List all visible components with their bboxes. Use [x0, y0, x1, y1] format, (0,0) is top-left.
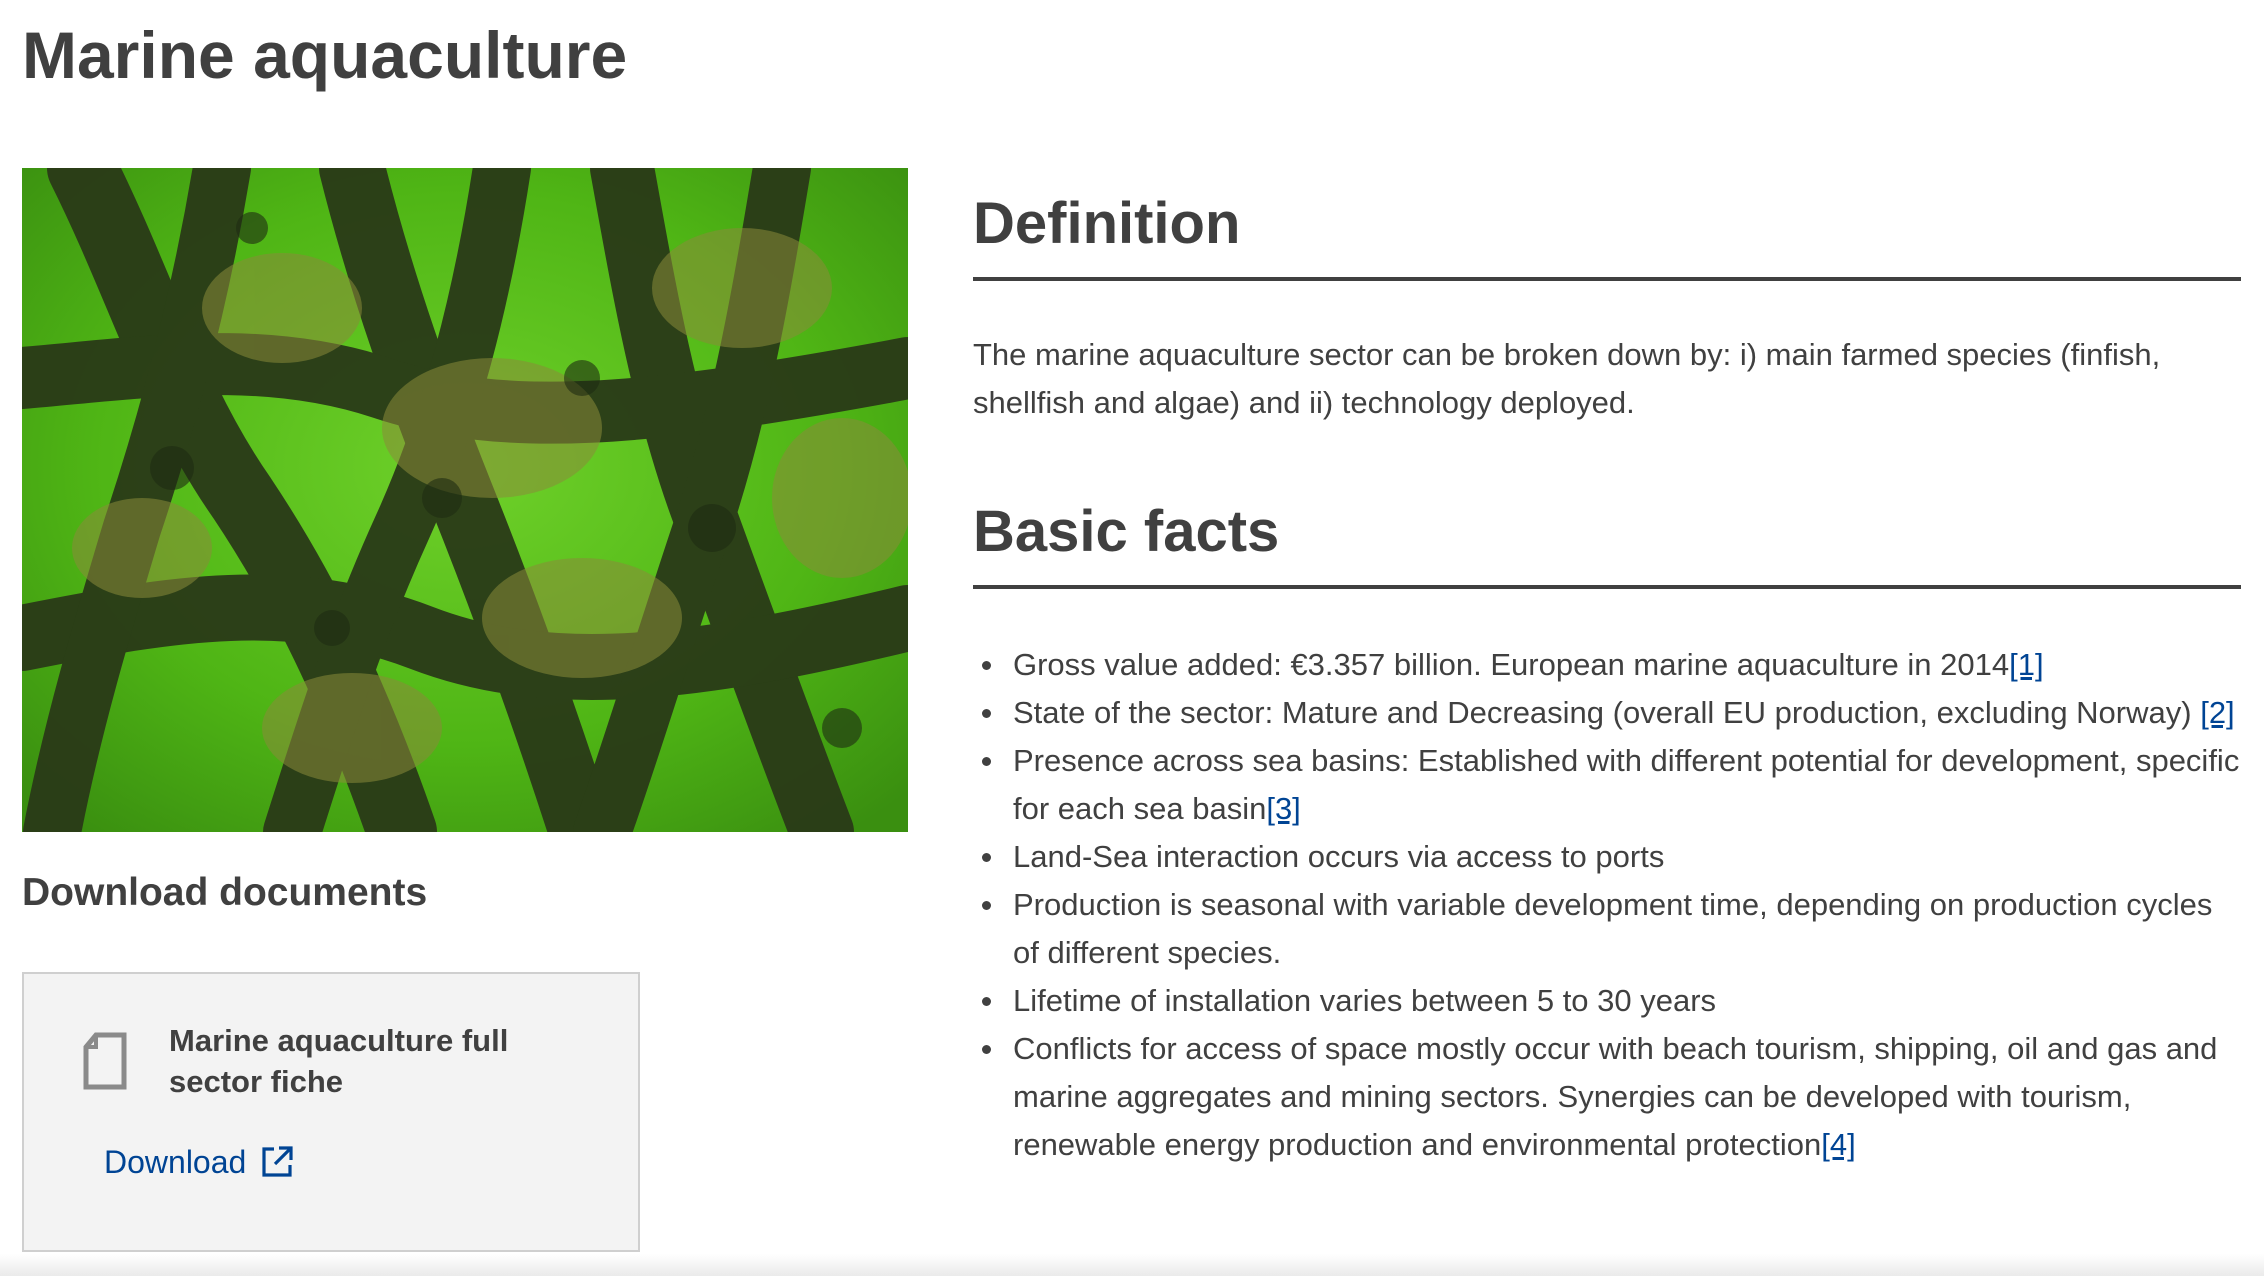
- download-label: Download: [104, 1144, 247, 1180]
- fact-text: Gross value added: €3.357 billion. Europ…: [1013, 647, 2010, 682]
- fact-item: State of the sector: Mature and Decreasi…: [982, 689, 2241, 737]
- basic-facts-heading: Basic facts: [973, 497, 2241, 589]
- fact-item: Gross value added: €3.357 billion. Europ…: [982, 641, 2241, 689]
- document-card: Marine aquaculture full sector fiche Dow…: [22, 972, 640, 1252]
- fact-text: Presence across sea basins: Established …: [1013, 743, 2240, 826]
- basic-facts-list: Gross value added: €3.357 billion. Europ…: [973, 641, 2241, 1169]
- document-icon: [83, 1032, 127, 1090]
- definition-heading: Definition: [973, 189, 2241, 281]
- fact-text: Production is seasonal with variable dev…: [1013, 887, 2213, 970]
- definition-text: The marine aquaculture sector can be bro…: [973, 337, 2161, 420]
- fact-text: State of the sector: Mature and Decreasi…: [1013, 695, 2201, 730]
- fact-item: Conflicts for access of space mostly occ…: [982, 1025, 2241, 1169]
- fact-text: Conflicts for access of space mostly occ…: [1013, 1031, 2218, 1162]
- fact-item: Lifetime of installation varies between …: [982, 977, 2241, 1025]
- external-link-icon: [262, 1146, 293, 1177]
- fact-item: Land-Sea interaction occurs via access t…: [982, 833, 2241, 881]
- footnote-link[interactable]: [2]: [2200, 695, 2234, 730]
- page-bottom-shadow: [0, 1254, 2264, 1276]
- fact-text: Land-Sea interaction occurs via access t…: [1013, 839, 1665, 874]
- downloads-heading: Download documents: [22, 871, 428, 914]
- fact-text: Lifetime of installation varies between …: [1013, 983, 1717, 1018]
- document-title: Marine aquaculture full sector fiche: [169, 1023, 509, 1099]
- fact-item: Presence across sea basins: Established …: [982, 737, 2241, 833]
- page-title: Marine aquaculture: [22, 18, 628, 92]
- fact-item: Production is seasonal with variable dev…: [982, 881, 2241, 977]
- aquaculture-photo: [22, 168, 908, 832]
- footnote-link[interactable]: [1]: [2009, 647, 2043, 682]
- download-link[interactable]: Download: [104, 1142, 294, 1182]
- footnote-link[interactable]: [4]: [1821, 1127, 1855, 1162]
- footnote-link[interactable]: [3]: [1266, 791, 1300, 826]
